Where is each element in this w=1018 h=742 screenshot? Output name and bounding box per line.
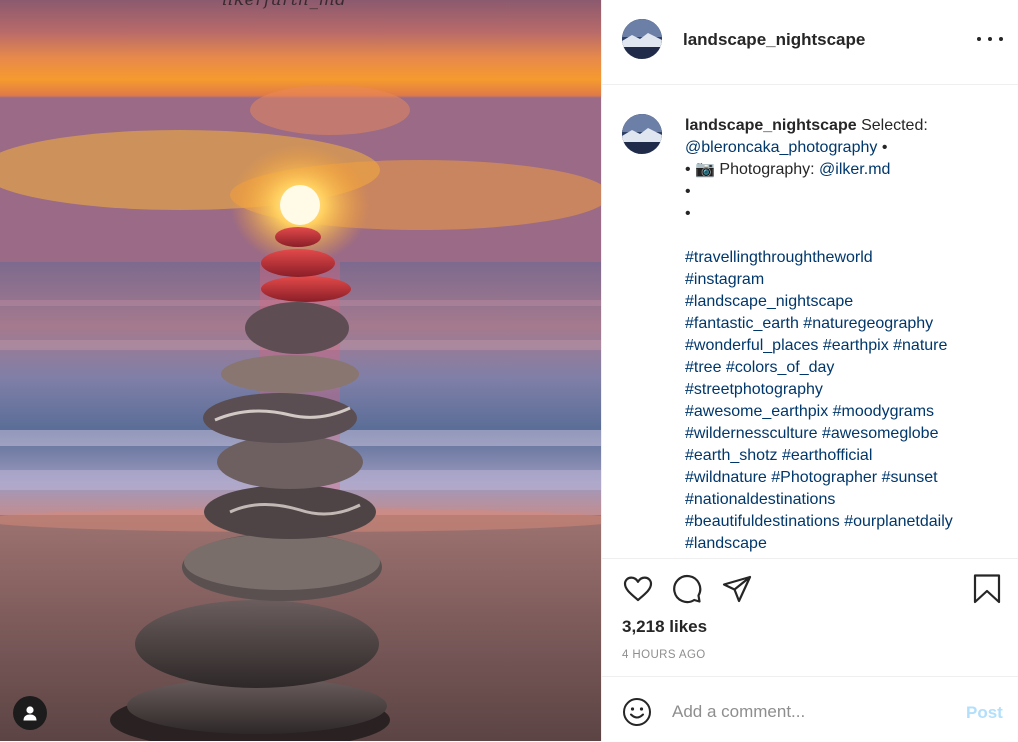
hashtag-line[interactable]: #nationaldestinations: [685, 489, 1005, 511]
caption-separator: •: [877, 139, 888, 156]
hashtag-line[interactable]: #earth_shotz #earthofficial: [685, 445, 1005, 467]
instagram-post-view: ilkerfurth_md landscape_nightscape lands…: [0, 0, 1018, 741]
hashtag-line[interactable]: #instagram: [685, 269, 1005, 291]
heart-icon[interactable]: [622, 573, 654, 605]
post-side-panel: landscape_nightscape landscape_nightscap…: [601, 0, 1018, 741]
tagged-users-button[interactable]: [13, 696, 47, 730]
hashtag-line[interactable]: #wildnature #Photographer #sunset: [685, 467, 1005, 489]
comment-bar: Post: [602, 676, 1018, 742]
caption-line-3: • 📷 Photography: @ilker.md: [685, 159, 1005, 181]
caption-line-1: landscape_nightscape Selected:: [685, 115, 1005, 137]
avatar-image: [622, 19, 662, 59]
comment-input[interactable]: [672, 699, 952, 725]
send-icon[interactable]: [721, 573, 753, 605]
hashtag-list: #travellingthroughtheworld #instagram #l…: [685, 247, 1005, 555]
hashtag-line[interactable]: #landscape: [685, 533, 1005, 555]
hashtag-line[interactable]: #beautifuldestinations #ourplanetdaily: [685, 511, 1005, 533]
avatar-image: [622, 114, 662, 154]
post-header: landscape_nightscape: [602, 0, 1018, 85]
caption-author-avatar[interactable]: [622, 114, 662, 154]
user-icon: [23, 706, 37, 721]
caption-username[interactable]: landscape_nightscape: [685, 117, 857, 134]
post-caption: landscape_nightscape Selected: @bleronca…: [685, 115, 1005, 555]
caption-bullet: •: [685, 183, 691, 200]
more-horizontal-icon[interactable]: [977, 28, 1003, 50]
post-photo[interactable]: ilkerfurth_md: [0, 0, 601, 741]
mention-link[interactable]: @bleroncaka_photography: [685, 139, 877, 156]
mention-link[interactable]: @ilker.md: [819, 161, 890, 178]
hashtag-line[interactable]: #travellingthroughtheworld: [685, 247, 1005, 269]
smiley-icon[interactable]: [622, 697, 652, 727]
hashtag-line[interactable]: #streetphotography: [685, 379, 1005, 401]
camera-icon: 📷: [695, 161, 715, 178]
hashtag-line[interactable]: #tree #colors_of_day: [685, 357, 1005, 379]
hashtag-line[interactable]: #wildernessculture #awesomeglobe: [685, 423, 1005, 445]
hashtag-line[interactable]: #fantastic_earth #naturegeography: [685, 313, 1005, 335]
post-timestamp[interactable]: 4 HOURS AGO: [622, 649, 706, 661]
bookmark-icon[interactable]: [971, 573, 1003, 605]
hashtag-line[interactable]: #wonderful_places #earthpix #nature: [685, 335, 1005, 357]
post-comment-button[interactable]: Post: [966, 703, 1003, 723]
author-username[interactable]: landscape_nightscape: [683, 30, 865, 50]
caption-line-2: @bleroncaka_photography •: [685, 137, 1005, 159]
photo-credit-label: Photography:: [714, 161, 820, 178]
post-image: [0, 0, 601, 741]
hashtag-line[interactable]: #awesome_earthpix #moodygrams: [685, 401, 1005, 423]
caption-intro: Selected:: [856, 117, 928, 134]
hashtag-line[interactable]: #landscape_nightscape: [685, 291, 1005, 313]
caption-section: landscape_nightscape Selected: @bleronca…: [602, 85, 1018, 557]
caption-bullet: •: [685, 205, 691, 222]
like-count[interactable]: 3,218 likes: [622, 617, 707, 637]
photo-watermark: ilkerfurth_md: [222, 0, 347, 10]
comment-icon[interactable]: [671, 573, 703, 605]
bullet-prefix: •: [685, 161, 696, 178]
post-actions: 3,218 likes 4 HOURS AGO: [602, 558, 1018, 677]
author-avatar[interactable]: [622, 19, 662, 59]
